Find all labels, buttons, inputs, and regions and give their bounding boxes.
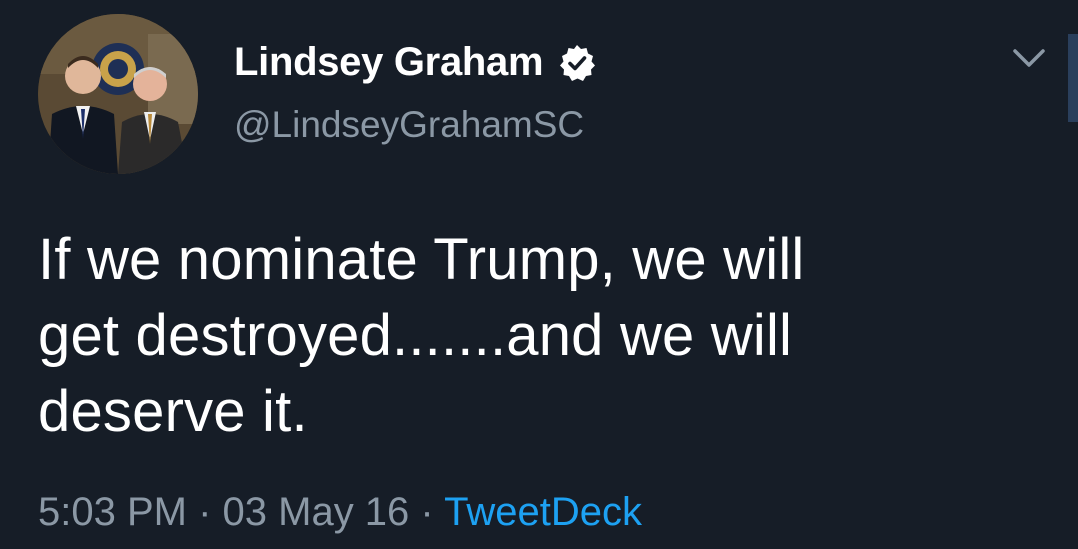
author-name[interactable]: Lindsey Graham [234,40,544,85]
meta-separator: · [186,490,223,534]
tweet-source-link[interactable]: TweetDeck [444,490,642,534]
verified-badge-icon [557,43,597,83]
author-handle[interactable]: @LindseyGrahamSC [234,104,584,146]
tweet-line: get destroyed.......and we will [38,303,793,368]
tweet-text: If we nominate Trump, we will get destro… [38,222,998,450]
tweet-line: If we nominate Trump, we will [38,227,805,292]
tweet-time[interactable]: 5:03 PM [38,490,187,534]
tweet-line: deserve it. [38,379,308,444]
tweet-date[interactable]: 03 May 16 [223,490,410,534]
author-avatar[interactable] [38,14,198,174]
tweet-meta: 5:03 PM · 03 May 16 · TweetDeck [38,490,642,535]
author-name-row[interactable]: Lindsey Graham [234,40,597,85]
chevron-down-icon[interactable] [1012,46,1046,70]
avatar-photo-icon [38,14,198,174]
tweet-card: Lindsey Graham @LindseyGrahamSC If we no… [0,0,1078,549]
meta-separator: · [409,490,445,534]
column-edge-indicator [1068,34,1078,122]
